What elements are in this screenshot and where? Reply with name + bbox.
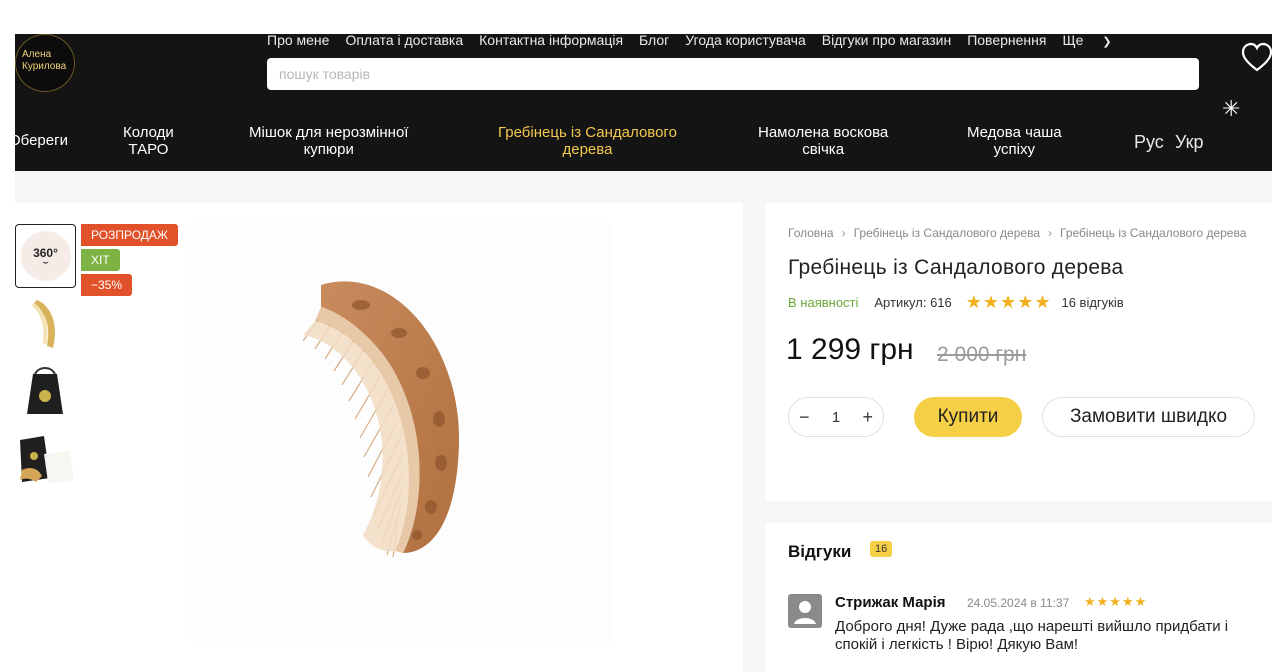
chevron-right-icon: › bbox=[841, 226, 846, 240]
toplink-payment[interactable]: Оплата і доставка bbox=[345, 33, 463, 50]
current-price: 1 299 грн bbox=[786, 333, 914, 366]
breadcrumb-current: Гребінець із Сандалового дерева bbox=[1060, 226, 1247, 240]
sku: Артикул: 616 bbox=[874, 295, 952, 310]
top-links: Про мене Оплата і доставка Контактна інф… bbox=[267, 32, 1144, 50]
category-nav: Обереги Колоди ТАРО Мішок для нерозмінно… bbox=[9, 124, 1272, 162]
toplink-more[interactable]: Ще ❯ bbox=[1062, 32, 1127, 50]
breadcrumb: Головна › Гребінець із Сандалового дерева ›… bbox=[788, 226, 1246, 240]
toplink-returns[interactable]: Повернення bbox=[967, 33, 1046, 50]
nav-item-amulets[interactable]: Обереги bbox=[9, 132, 68, 149]
product-meta: В наявності Артикул: 616 ★★★★★ 16 відгук… bbox=[788, 292, 1124, 313]
toplink-about[interactable]: Про мене bbox=[267, 33, 329, 50]
heart-icon[interactable] bbox=[1241, 42, 1272, 74]
old-price: 2 000 грн bbox=[937, 343, 1027, 366]
chevron-down-icon: ❯ bbox=[1102, 36, 1112, 48]
nav-item-wax-candle[interactable]: Намолена воскова свічка bbox=[758, 124, 888, 158]
review-text: Доброго дня! Дуже рада ,що нарешті вийшл… bbox=[835, 618, 1229, 653]
toplink-store-reviews[interactable]: Відгуки про магазин bbox=[822, 33, 951, 50]
product-info-card: Головна › Гребінець із Сандалового дерева ›… bbox=[765, 203, 1272, 501]
quantity-value[interactable]: 1 bbox=[832, 409, 840, 426]
reviews-count-badge: 16 bbox=[870, 541, 893, 557]
quick-order-button[interactable]: Замовити швидко bbox=[1042, 397, 1255, 437]
reviews-count-link[interactable]: 16 відгуків bbox=[1061, 295, 1123, 310]
search-input[interactable] bbox=[267, 58, 1199, 90]
breadcrumb-category[interactable]: Гребінець із Сандалового дерева bbox=[854, 226, 1040, 240]
quantity-minus-button[interactable]: − bbox=[799, 407, 810, 428]
rotate-arrow-icon: ⌣ bbox=[42, 257, 49, 268]
logo[interactable]: Алена Курилова bbox=[15, 34, 75, 92]
nav-item-honey-bowl[interactable]: Медова чаша успіху bbox=[967, 124, 1062, 158]
sandalwood-comb-image bbox=[302, 281, 460, 558]
toplink-terms[interactable]: Угода користувача bbox=[685, 33, 805, 50]
thumbnail-360[interactable]: 360° ⌣ bbox=[15, 224, 76, 288]
review-date: 24.05.2024 в 11:37 bbox=[967, 596, 1070, 610]
user-icon bbox=[794, 601, 816, 624]
breadcrumb-home[interactable]: Головна bbox=[788, 226, 834, 240]
rating-stars: ★★★★★ bbox=[965, 292, 1052, 312]
thumbnail-2[interactable] bbox=[15, 293, 75, 355]
badge-discount: −35% bbox=[81, 274, 133, 296]
badge-sale: РОЗПРОДАЖ bbox=[81, 224, 178, 246]
chevron-right-icon: › bbox=[1048, 226, 1052, 240]
product-main-image[interactable] bbox=[191, 223, 611, 643]
page: Алена Курилова Про мене Оплата і доставк… bbox=[0, 0, 1272, 672]
thumbnail-3[interactable] bbox=[15, 361, 75, 423]
quantity-plus-button[interactable]: + bbox=[862, 407, 873, 428]
nav-item-sandalwood-comb[interactable]: Гребінець із Сандалового дерева bbox=[498, 124, 677, 158]
pouch-thumbnail-image bbox=[27, 367, 63, 414]
toplink-contacts[interactable]: Контактна інформація bbox=[479, 33, 623, 50]
logo-text: Алена Курилова bbox=[22, 49, 67, 72]
toplink-more-label: Ще bbox=[1062, 32, 1084, 48]
sparkle-icon[interactable]: ✳ bbox=[1222, 96, 1240, 122]
stock-status: В наявності bbox=[788, 295, 859, 310]
badge-hit: ХІТ bbox=[81, 249, 120, 271]
360-icon: 360° ⌣ bbox=[20, 231, 71, 281]
lang-uk[interactable]: Укр bbox=[1175, 132, 1204, 153]
avatar bbox=[788, 594, 822, 628]
nav-item-tarot[interactable]: Колоди ТАРО bbox=[123, 124, 174, 158]
quantity-stepper: − 1 + bbox=[788, 397, 884, 437]
comb-thumbnail-image bbox=[31, 300, 56, 348]
thumbnail-4[interactable] bbox=[15, 429, 75, 491]
site-header: Алена Курилова Про мене Оплата і доставк… bbox=[9, 32, 1272, 171]
product-title: Гребінець із Сандалового дерева bbox=[788, 256, 1124, 279]
set-thumbnail-image bbox=[20, 436, 74, 484]
reviews-card: Відгуки 16 Стрижак Марія 24.05.2024 в 11… bbox=[765, 523, 1272, 672]
reviews-title: Відгуки bbox=[788, 542, 852, 561]
nav-item-money-bag[interactable]: Мішок для нерозмінної купюри bbox=[249, 124, 408, 158]
product-gallery: 360° ⌣ РОЗПРОДАЖ ХІТ −35% bbox=[15, 203, 743, 672]
buy-button[interactable]: Купити bbox=[914, 397, 1022, 437]
lang-ru[interactable]: Рус bbox=[1134, 132, 1164, 153]
toplink-blog[interactable]: Блог bbox=[639, 33, 669, 50]
review-stars: ★★★★★ bbox=[1084, 594, 1148, 609]
review-author: Стрижак Марія bbox=[835, 594, 946, 611]
